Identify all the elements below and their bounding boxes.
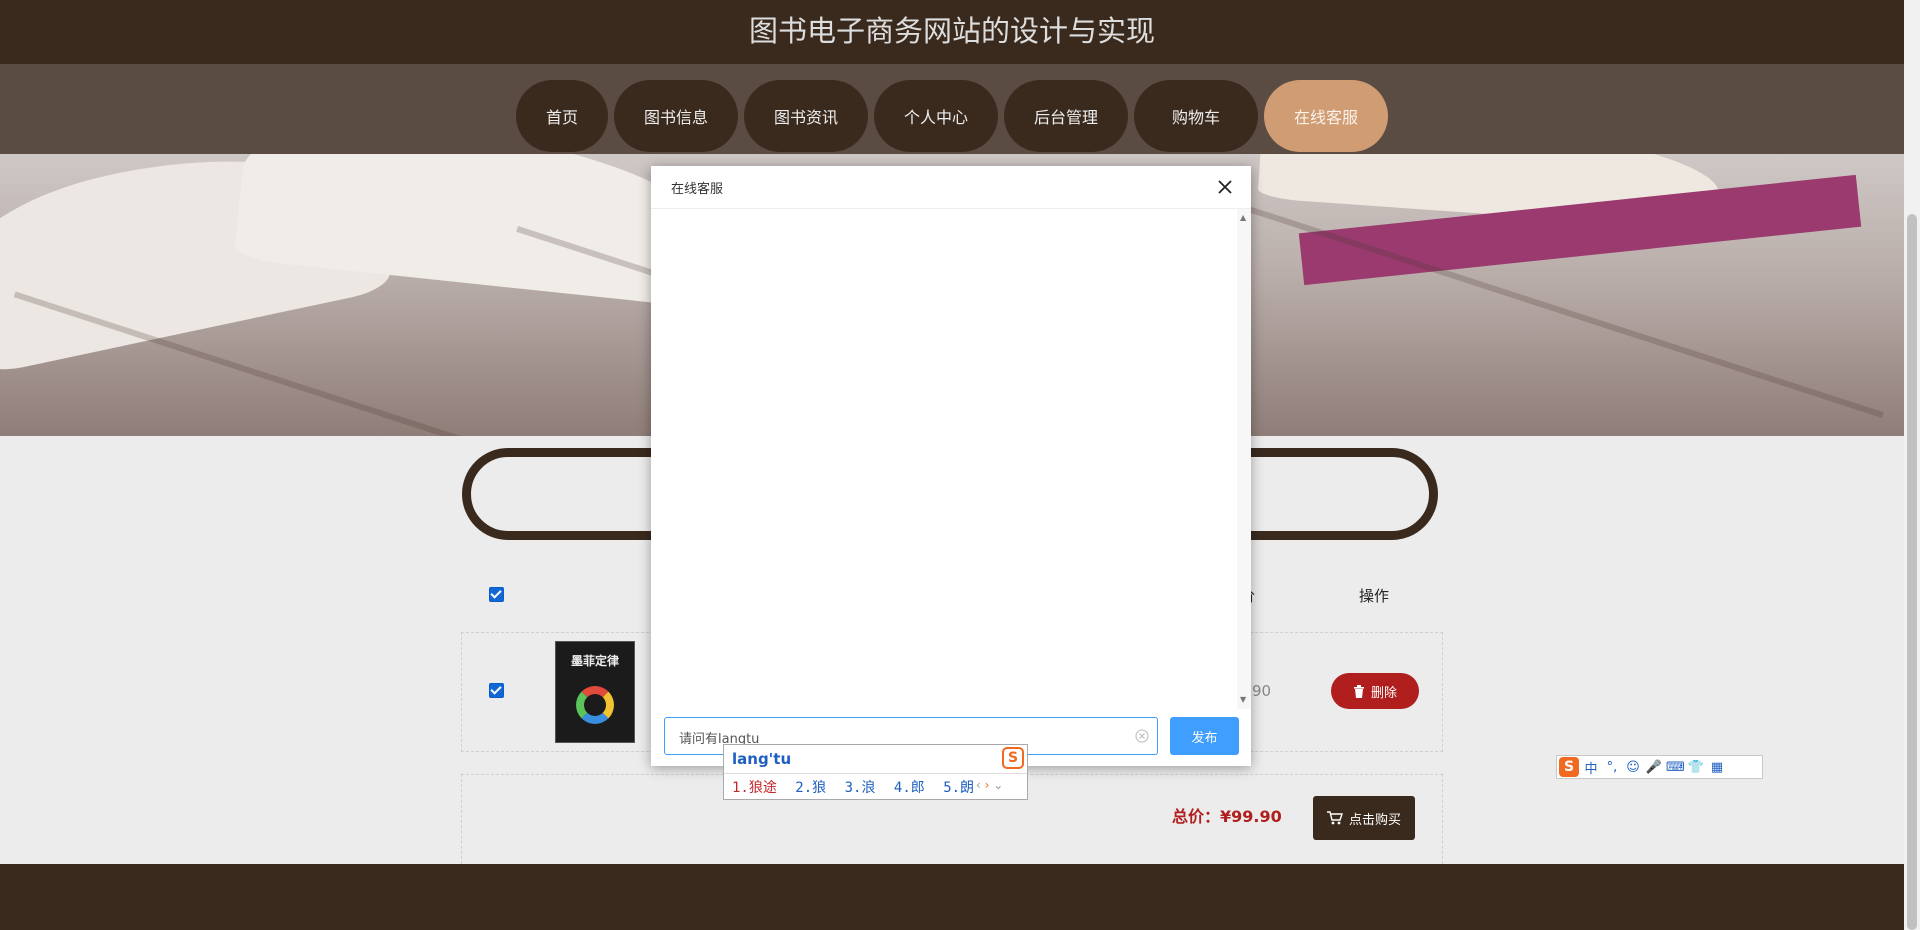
book-cover-graphic: [576, 686, 614, 724]
delete-button[interactable]: 删除: [1331, 673, 1419, 709]
scroll-up-arrow-icon[interactable]: ▲: [1240, 213, 1246, 222]
ime-prev-page-icon[interactable]: ‹: [976, 778, 981, 792]
dialog-header: 在线客服: [651, 166, 1251, 209]
ime-skin-icon[interactable]: 👕: [1687, 760, 1705, 775]
ime-page-arrows: ‹ › ⌄: [976, 778, 1003, 792]
ime-next-page-icon[interactable]: ›: [985, 778, 990, 792]
delete-button-label: 删除: [1370, 685, 1397, 701]
column-header-action: 操作: [1359, 587, 1390, 605]
chat-messages-area[interactable]: ▲ ▼: [651, 209, 1251, 709]
ime-candidates: 1.狼途 2.狼 3.浪 4.郎 5.朗: [732, 777, 984, 797]
ime-voice-icon[interactable]: 🎤: [1645, 760, 1663, 775]
ime-composition: lang'tu: [732, 750, 792, 768]
main-nav-bar: 首页 图书信息 图书资讯 个人中心 后台管理 购物车 在线客服: [0, 64, 1904, 154]
ime-expand-icon[interactable]: ⌄: [993, 778, 1003, 792]
nav-item-home[interactable]: 首页: [516, 80, 608, 152]
chat-scrollbar[interactable]: ▲ ▼: [1237, 209, 1251, 709]
send-button[interactable]: 发布: [1170, 717, 1239, 755]
total-price-label: 总价：: [1172, 807, 1221, 826]
page-scrollbar-thumb[interactable]: [1907, 214, 1917, 930]
ime-keyboard-icon[interactable]: ⌨: [1666, 760, 1685, 775]
select-all-checkbox[interactable]: [489, 587, 504, 602]
site-footer: [0, 864, 1904, 930]
ime-toolbar: S 中 °, ☺ 🎤 ⌨ 👕 ▦: [1556, 755, 1763, 779]
ime-mode-chinese-icon[interactable]: 中: [1582, 758, 1600, 777]
nav-item-cart[interactable]: 购物车: [1134, 80, 1258, 152]
main-nav: 首页 图书信息 图书资讯 个人中心 后台管理 购物车 在线客服: [0, 80, 1904, 152]
ime-candidate[interactable]: 5.朗: [943, 780, 974, 796]
ime-candidate[interactable]: 3.浪: [845, 780, 876, 796]
dialog-title: 在线客服: [671, 182, 724, 197]
sogou-logo-icon: S: [1002, 747, 1024, 769]
nav-item-book-news[interactable]: 图书资讯: [744, 80, 868, 152]
ime-punctuation-icon[interactable]: °,: [1603, 760, 1621, 775]
site-title: 图书电子商务网站的设计与实现: [748, 14, 1155, 48]
scroll-down-arrow-icon[interactable]: ▼: [1240, 695, 1246, 704]
ime-candidate[interactable]: 1.狼途: [732, 780, 777, 796]
nav-item-online-service[interactable]: 在线客服: [1264, 80, 1388, 152]
ime-emoji-icon[interactable]: ☺: [1624, 760, 1642, 775]
total-price-value: ¥99.90: [1220, 807, 1282, 826]
ime-divider: [724, 773, 1027, 774]
row-checkbox[interactable]: [489, 683, 504, 698]
buy-button-label: 点击购买: [1348, 812, 1401, 828]
nav-item-admin[interactable]: 后台管理: [1004, 80, 1128, 152]
buy-button[interactable]: 点击购买: [1313, 796, 1415, 840]
close-icon[interactable]: [1215, 177, 1235, 197]
book-cover-title: 墨菲定律: [570, 654, 619, 668]
nav-item-book-info[interactable]: 图书信息: [614, 80, 738, 152]
ime-toolbox-icon[interactable]: ▦: [1708, 760, 1726, 775]
clear-input-icon[interactable]: [1135, 729, 1149, 743]
nav-item-personal-center[interactable]: 个人中心: [874, 80, 998, 152]
cart-icon: [1326, 811, 1343, 825]
total-price: 总价：¥99.90: [1172, 803, 1282, 827]
trash-icon: [1353, 684, 1364, 698]
ime-candidate[interactable]: 2.狼: [795, 780, 826, 796]
row-price: 90: [1252, 682, 1272, 700]
book-cover-image[interactable]: 墨菲定律: [555, 641, 635, 743]
ime-candidate[interactable]: 4.郎: [894, 780, 925, 796]
online-service-dialog: 在线客服 ▲ ▼ 请问有langtu 发布: [651, 166, 1251, 766]
sogou-logo-icon[interactable]: S: [1559, 757, 1579, 777]
ime-candidate-popup: lang'tu S 1.狼途 2.狼 3.浪 4.郎 5.朗 ‹ › ⌄: [723, 744, 1028, 800]
